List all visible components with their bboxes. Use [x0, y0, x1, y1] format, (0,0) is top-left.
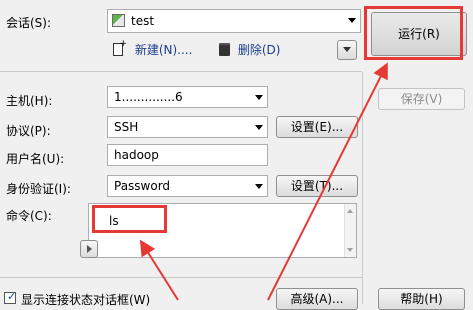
- arrow-to-run-button: [267, 62, 388, 301]
- annotation-arrows: [139, 62, 388, 301]
- arrow-to-command: [139, 239, 179, 301]
